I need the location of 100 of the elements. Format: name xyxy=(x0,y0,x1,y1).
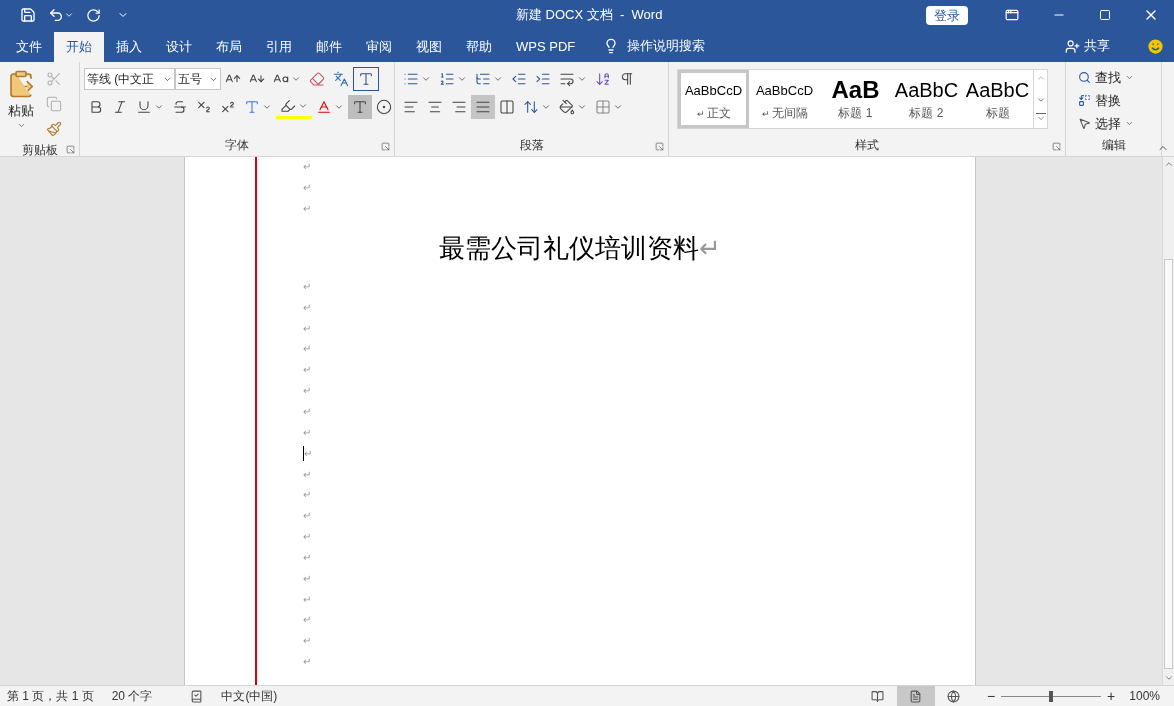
superscript-icon xyxy=(220,99,236,115)
caret-icon xyxy=(577,102,587,112)
multilevel-list-icon xyxy=(475,71,491,87)
highlight-icon xyxy=(280,97,296,114)
paragraph-mark: ↵ xyxy=(303,511,311,522)
align-right-icon xyxy=(451,99,467,115)
style-item[interactable]: AaBbCcD ↵ 正文 xyxy=(678,70,749,128)
search-icon xyxy=(1078,71,1091,84)
zoom-slider-thumb[interactable] xyxy=(1049,690,1054,702)
text-direction-icon xyxy=(559,71,575,87)
scroll-down-icon[interactable] xyxy=(1163,673,1174,683)
replace-button[interactable]: 替换 xyxy=(1078,90,1134,111)
caret-icon xyxy=(541,102,551,112)
cut-icon xyxy=(46,71,62,87)
zoom-percent[interactable]: 100% xyxy=(1129,687,1160,705)
zoom-out-button[interactable]: − xyxy=(986,685,996,706)
decrease-indent-icon xyxy=(511,71,527,87)
ribbon-tab[interactable]: WPS PDF xyxy=(504,32,588,62)
character-border-button[interactable] xyxy=(353,67,379,91)
underline-icon xyxy=(136,99,152,115)
ribbon-tab[interactable]: 插入 xyxy=(104,32,154,62)
select-button[interactable]: 选择 xyxy=(1078,113,1134,134)
paragraph-mark: ↵ xyxy=(303,532,311,543)
caret-icon xyxy=(262,102,272,112)
ribbon-tab[interactable]: 邮件 xyxy=(304,32,354,62)
caret-icon xyxy=(421,74,431,84)
more-styles-icon[interactable] xyxy=(1035,113,1046,123)
tell-me-search[interactable]: 操作说明搜索 xyxy=(627,36,706,56)
caret-icon xyxy=(613,102,623,112)
style-item[interactable]: AaBbCcD ↵ 无间隔 xyxy=(749,70,820,128)
ribbon-display-icon[interactable] xyxy=(1005,8,1019,22)
character-shading-icon xyxy=(352,99,368,115)
paragraph-mark: ↵ xyxy=(303,204,311,215)
web-view-icon xyxy=(947,689,961,703)
borders-icon xyxy=(595,99,611,115)
copy-icon xyxy=(46,96,62,112)
share-link[interactable]: 共享 xyxy=(1084,36,1110,56)
print-view-button[interactable] xyxy=(896,686,935,706)
save-icon[interactable] xyxy=(20,7,36,23)
align-distributed-icon xyxy=(499,99,515,115)
character-shading-button[interactable] xyxy=(348,95,372,119)
caret-icon xyxy=(291,74,301,84)
proofing-icon[interactable] xyxy=(190,689,204,703)
bullets-icon xyxy=(403,71,419,87)
ribbon-tab[interactable]: 帮助 xyxy=(454,32,504,62)
replace-icon xyxy=(1078,94,1091,107)
font-name-dropdown[interactable]: 等线 (中文正 xyxy=(84,68,175,90)
enclose-character-icon xyxy=(376,99,392,115)
maximize-icon[interactable] xyxy=(1099,9,1111,21)
line-spacing-icon xyxy=(523,99,539,115)
paragraph-mark: ↵ xyxy=(303,281,311,292)
style-item[interactable]: AaBbC 标题 2 xyxy=(891,70,962,128)
dialog-launcher-icon[interactable] xyxy=(655,142,664,151)
align-justify-button[interactable] xyxy=(471,95,495,119)
scrollbar-thumb[interactable] xyxy=(1164,259,1173,669)
ribbon-tab[interactable]: 设计 xyxy=(154,32,204,62)
align-justify-icon xyxy=(475,99,491,115)
find-button[interactable]: 查找 xyxy=(1078,67,1134,88)
paragraph-mark: ↵ xyxy=(303,469,311,480)
style-item[interactable]: AaB 标题 1 xyxy=(820,70,891,128)
ribbon-tab[interactable]: 审阅 xyxy=(354,32,404,62)
caret-icon xyxy=(577,74,587,84)
sort-icon xyxy=(595,71,611,87)
paragraph-mark: ↵ xyxy=(304,448,312,459)
strikethrough-icon xyxy=(172,99,188,115)
paragraph-mark: ↵ xyxy=(303,552,311,563)
undo-icon[interactable] xyxy=(48,7,64,23)
ribbon-tab[interactable]: 引用 xyxy=(254,32,304,62)
group-label: 样式 xyxy=(855,137,879,154)
share-icon xyxy=(1065,38,1080,54)
paste-button[interactable]: 粘贴 xyxy=(4,67,38,141)
paragraph-mark: ↵ xyxy=(303,386,311,397)
paragraph-mark: ↵ xyxy=(303,594,311,605)
ribbon-tab[interactable]: 文件 xyxy=(4,32,54,62)
pointer-icon xyxy=(1078,117,1091,130)
ribbon-tab[interactable]: 开始 xyxy=(54,32,104,62)
caret-icon xyxy=(334,102,344,112)
redo-icon[interactable] xyxy=(86,7,101,23)
read-view-icon xyxy=(871,689,885,703)
caret-icon[interactable] xyxy=(64,10,74,20)
caret-icon xyxy=(457,74,467,84)
font-size-dropdown[interactable]: 五号 xyxy=(175,68,221,90)
style-item[interactable]: AaBbC 标题 xyxy=(962,70,1033,128)
dialog-launcher-icon[interactable] xyxy=(66,145,75,154)
scroll-up-icon[interactable] xyxy=(1163,159,1174,169)
zoom-in-button[interactable]: + xyxy=(1107,685,1116,706)
word-count[interactable]: 20 个字 xyxy=(111,687,153,705)
sign-in-button[interactable]: 登录 xyxy=(926,5,968,25)
scroll-down-icon[interactable] xyxy=(1035,95,1046,105)
dialog-launcher-icon[interactable] xyxy=(381,142,390,151)
language-indicator[interactable]: 中文(中国) xyxy=(221,687,278,705)
paragraph-mark: ↵ xyxy=(303,490,311,501)
vertical-scrollbar[interactable] xyxy=(1162,157,1174,685)
paragraph-mark: ↵ xyxy=(303,365,311,376)
page-count[interactable]: 第 1 页，共 1 页 xyxy=(7,687,94,705)
group-label: 剪贴板 xyxy=(21,142,58,159)
ribbon-tab[interactable]: 视图 xyxy=(404,32,454,62)
ribbon-tab[interactable]: 布局 xyxy=(204,32,254,62)
dialog-launcher-icon[interactable] xyxy=(1052,142,1061,151)
smiley-icon[interactable] xyxy=(1146,36,1165,56)
